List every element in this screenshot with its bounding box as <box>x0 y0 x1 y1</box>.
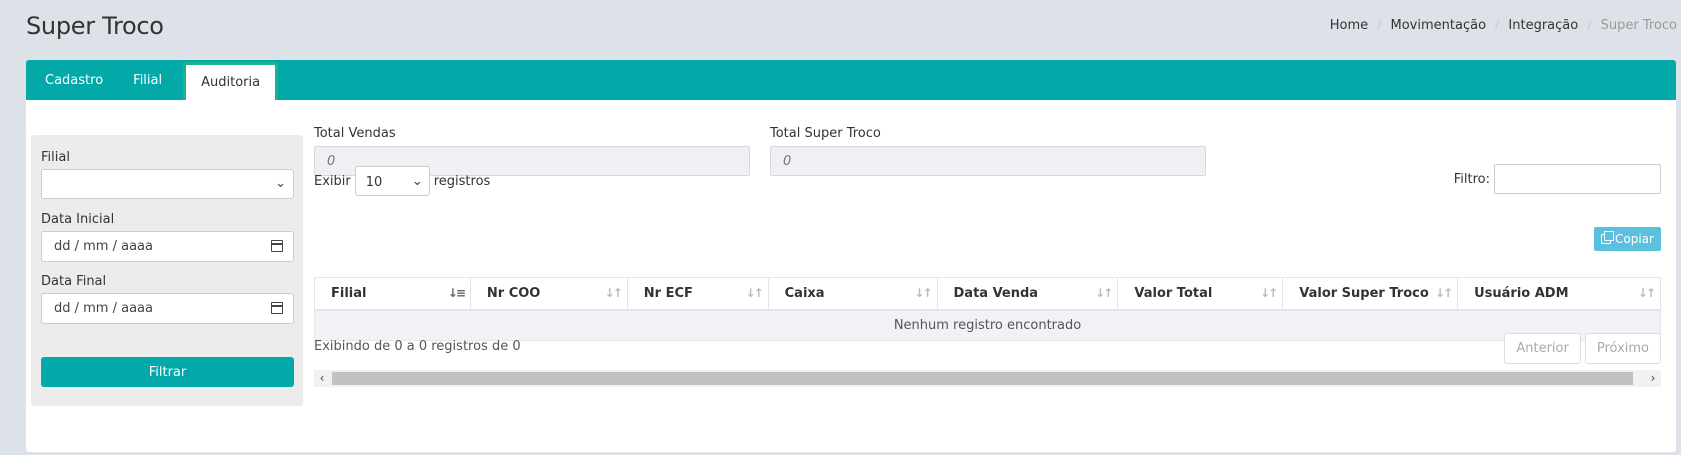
column-label: Usuário ADM <box>1474 285 1569 301</box>
breadcrumb-separator: / <box>1495 18 1500 33</box>
column-label: Caixa <box>784 285 825 301</box>
column-header-filial[interactable]: Filial ↓≡ <box>314 277 471 311</box>
copiar-label: Copiar <box>1615 232 1654 246</box>
column-label: Nr COO <box>486 285 541 301</box>
sort-icon: ↓↑ <box>1637 286 1656 300</box>
column-header-valor-total[interactable]: Valor Total ↓↑ <box>1117 277 1284 311</box>
column-label: Nr ECF <box>643 285 693 301</box>
horizontal-scrollbar[interactable]: ‹ › <box>314 370 1661 387</box>
total-vendas-label: Total Vendas <box>314 126 396 141</box>
column-label: Data Venda <box>953 285 1039 301</box>
chevron-down-icon: ⌄ <box>275 176 286 191</box>
breadcrumb-current: Super Troco <box>1600 18 1677 33</box>
breadcrumb: Home / Movimentação / Integração / Super… <box>1330 18 1677 33</box>
empty-message: Nenhum registro encontrado <box>314 309 1661 341</box>
exibir-label: Exibir <box>314 173 351 189</box>
filtro-input[interactable] <box>1494 164 1661 194</box>
filial-label: Filial <box>41 150 70 165</box>
tab-auditoria[interactable]: Auditoria <box>183 62 279 100</box>
page-length-select[interactable]: 10 ⌄ <box>354 166 430 196</box>
next-page-button[interactable]: Próximo <box>1584 333 1661 364</box>
column-header-usuario-adm[interactable]: Usuário ADM ↓↑ <box>1457 277 1661 311</box>
table-info: Exibindo de 0 a 0 registros de 0 <box>314 339 521 354</box>
tab-filial[interactable]: Filial <box>118 60 177 100</box>
chevron-down-icon: ⌄ <box>411 174 423 189</box>
scroll-left-icon[interactable]: ‹ <box>314 370 330 387</box>
sort-icon: ↓↑ <box>745 286 764 300</box>
column-label: Valor Super Troco <box>1299 285 1429 301</box>
copiar-button[interactable]: Copiar <box>1594 227 1661 251</box>
scroll-right-icon[interactable]: › <box>1645 370 1661 387</box>
table-header-row: Filial ↓≡ Nr COO ↓↑ Nr ECF ↓↑ Caixa ↓↑ Data … <box>314 277 1661 311</box>
sort-asc-icon: ↓≡ <box>447 286 466 300</box>
main-panel: Cadastro Filial Auditoria Filial ⌄ Data … <box>26 60 1676 452</box>
column-header-data-venda[interactable]: Data Venda ↓↑ <box>936 277 1119 311</box>
filtrar-button[interactable]: Filtrar <box>41 357 294 387</box>
tab-cadastro[interactable]: Cadastro <box>30 60 118 100</box>
table-row: Nenhum registro encontrado <box>314 309 1661 341</box>
column-header-nr-ecf[interactable]: Nr ECF ↓↑ <box>626 277 769 311</box>
scrollbar-thumb[interactable] <box>332 372 1633 385</box>
breadcrumb-movimentacao[interactable]: Movimentação <box>1391 18 1487 33</box>
column-label: Filial <box>331 285 367 301</box>
data-inicial-input[interactable]: dd / mm / aaaa <box>41 231 294 262</box>
page-title: Super Troco <box>26 12 164 40</box>
filter-sidebar: Filial ⌄ Data Inicial dd / mm / aaaa Dat… <box>31 135 303 406</box>
sort-icon: ↓↑ <box>914 286 932 300</box>
column-label: Valor Total <box>1134 285 1213 301</box>
total-super-troco-label: Total Super Troco <box>770 126 881 141</box>
column-header-valor-super-troco[interactable]: Valor Super Troco ↓↑ <box>1282 277 1459 311</box>
calendar-icon[interactable] <box>271 302 283 314</box>
copy-icon <box>1601 231 1615 244</box>
data-final-label: Data Final <box>41 274 107 289</box>
breadcrumb-integracao[interactable]: Integração <box>1508 18 1578 33</box>
filtro-label: Filtro: <box>1453 171 1490 187</box>
data-final-input[interactable]: dd / mm / aaaa <box>41 293 294 324</box>
tab-bar: Cadastro Filial Auditoria <box>26 60 1676 100</box>
breadcrumb-separator: / <box>1377 18 1382 33</box>
breadcrumb-home[interactable]: Home <box>1330 18 1368 33</box>
table-filter: Filtro: <box>1454 164 1661 194</box>
previous-page-button[interactable]: Anterior <box>1504 333 1581 364</box>
sort-icon: ↓↑ <box>1434 286 1453 300</box>
registros-label: registros <box>433 173 491 189</box>
column-header-caixa[interactable]: Caixa ↓↑ <box>767 277 938 311</box>
data-inicial-label: Data Inicial <box>41 212 115 227</box>
data-final-placeholder: dd / mm / aaaa <box>54 301 153 316</box>
column-header-nr-coo[interactable]: Nr COO ↓↑ <box>469 277 628 311</box>
filial-select[interactable]: ⌄ <box>41 169 294 199</box>
total-super-troco-field: 0 <box>770 146 1206 176</box>
calendar-icon[interactable] <box>271 240 283 252</box>
sort-icon: ↓↑ <box>1095 286 1113 300</box>
page-length-value: 10 <box>365 175 383 190</box>
sort-icon: ↓↑ <box>604 286 623 300</box>
breadcrumb-separator: / <box>1587 18 1592 33</box>
sort-icon: ↓↑ <box>1260 286 1278 300</box>
data-inicial-placeholder: dd / mm / aaaa <box>54 239 153 254</box>
page-length-control: Exibir 10 ⌄ registros <box>314 166 490 196</box>
results-table: Filial ↓≡ Nr COO ↓↑ Nr ECF ↓↑ Caixa ↓↑ Data … <box>314 277 1661 341</box>
pagination: Anterior Próximo <box>1504 333 1661 364</box>
